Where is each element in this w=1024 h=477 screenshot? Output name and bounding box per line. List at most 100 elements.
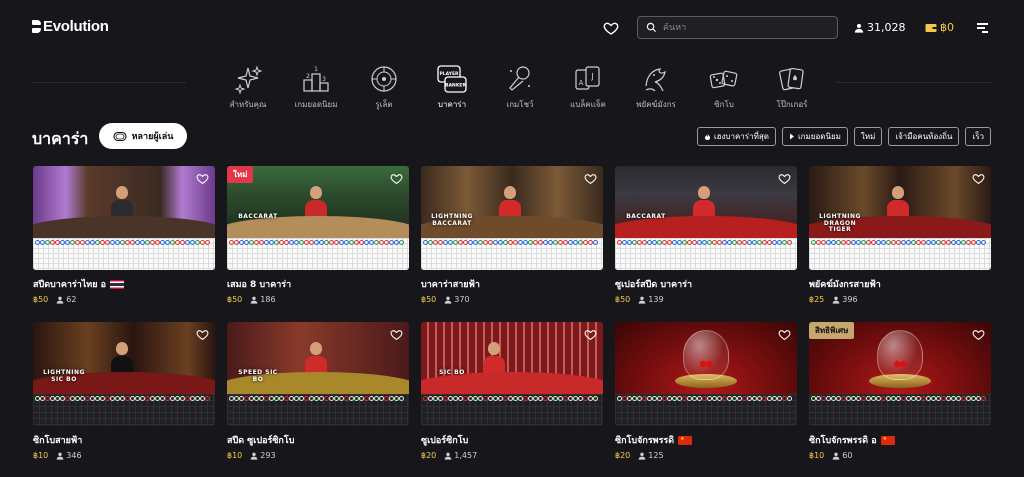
category-label: บาคาร่า (437, 100, 467, 109)
game-card[interactable]: สปีดบาคาร่าไทย อ฿50 62 (33, 166, 215, 304)
svg-text:1: 1 (314, 66, 318, 73)
multi-play-button[interactable]: หลายผู้เล่น (99, 123, 187, 149)
favorite-heart-icon[interactable] (972, 172, 985, 185)
svg-text:J: J (590, 72, 593, 81)
game-scene-image: BACCARAT (615, 166, 797, 246)
roadmap-dots (617, 396, 795, 410)
min-bet: ฿50 (615, 295, 631, 304)
favorite-heart-icon[interactable] (778, 328, 791, 341)
game-thumbnail[interactable]: BACCARAT (615, 166, 797, 270)
game-logo-text: BACCARAT (626, 213, 666, 220)
china-flag-icon (678, 435, 693, 445)
min-bet: ฿20 (615, 451, 631, 460)
player-count-text: 186 (260, 295, 276, 304)
user-icon (854, 23, 864, 33)
game-thumbnail[interactable]: SPEED SIC BO (227, 322, 409, 426)
game-thumbnail[interactable]: SIC BO (421, 322, 603, 426)
game-title[interactable]: เสมอ 8 บาคาร่า (227, 277, 291, 291)
menu-icon[interactable] (977, 23, 988, 33)
player-count-text: 370 (454, 295, 470, 304)
game-card[interactable]: LIGHTNING DRAGON TIGER พยัคฆ์มังกรสายฟ้า฿… (809, 166, 991, 304)
favorite-heart-icon[interactable] (584, 328, 597, 341)
category-popular[interactable]: 12 3 เกมยอดนิยม (282, 64, 350, 116)
category-roulette[interactable]: รูเล็ต (350, 64, 418, 116)
game-card[interactable]: LIGHTNING BACCARAT บาคาร่าสายฟ้า ฿50 370 (421, 166, 603, 304)
game-title[interactable]: ซูเปอร์ซิกโบ (421, 433, 468, 447)
category-dragon-tiger[interactable]: พยัคฆ์มังกร (622, 64, 690, 116)
game-thumbnail[interactable]: LIGHTNING BACCARAT (421, 166, 603, 270)
game-thumbnail[interactable]: BACCARAT ใหม่ (227, 166, 409, 270)
game-badge: สิทธิพิเศษ (809, 322, 855, 339)
user-icon (832, 296, 840, 304)
category-for-you[interactable]: สำหรับคุณ (214, 64, 282, 116)
game-thumbnail[interactable] (615, 322, 797, 426)
player-count-text: 396 (842, 295, 858, 304)
game-card[interactable]: BACCARAT ซูเปอร์สปีด บาคาร่า฿50 139 (615, 166, 797, 304)
favorite-heart-icon[interactable] (390, 172, 403, 185)
favorite-heart-icon[interactable] (196, 328, 209, 341)
favorites-heart-icon[interactable] (603, 20, 619, 36)
category-sic-bo[interactable]: ซิกโบ (690, 64, 758, 116)
game-card[interactable]: BACCARAT ใหม่ เสมอ 8 บาคาร่า ฿50 186 (227, 166, 409, 304)
game-thumbnail[interactable]: สิทธิพิเศษ (809, 322, 991, 426)
dice-image (699, 360, 713, 368)
game-title[interactable]: พยัคฆ์มังกรสายฟ้า (809, 277, 881, 291)
dealer-image (305, 340, 327, 376)
wallet-balance[interactable]: ฿0 (925, 21, 954, 34)
filter-hot-baccarat[interactable]: เฮงบาคาร่าที่สุด (696, 127, 776, 146)
game-title[interactable]: ซิกโบจักรพรรดิ อ (809, 433, 877, 447)
category-nav: สำหรับคุณ 12 3 เกมยอดนิยม รูเล็ต PLAYER BA… (214, 64, 826, 116)
user-icon (56, 452, 64, 460)
game-card[interactable]: LIGHTNING SIC BO ซิกโบสายฟ้า ฿10 346 (33, 322, 215, 460)
game-title-row: พยัคฆ์มังกรสายฟ้า (809, 277, 991, 291)
game-title-row: ซิกโบจักรพรรดิ อ (809, 433, 991, 447)
favorite-heart-icon[interactable] (390, 328, 403, 341)
category-poker[interactable]: โป๊กเกอร์ (758, 64, 826, 116)
user-icon (250, 296, 258, 304)
search-input[interactable] (663, 22, 833, 33)
game-thumbnail[interactable]: LIGHTNING DRAGON TIGER (809, 166, 991, 270)
favorite-heart-icon[interactable] (972, 328, 985, 341)
game-card[interactable]: ซิกโบจักรพรรดิ฿20 125 (615, 322, 797, 460)
game-title[interactable]: สปีดบาคาร่าไทย อ (33, 277, 106, 291)
favorite-heart-icon[interactable] (778, 172, 791, 185)
favorite-heart-icon[interactable] (584, 172, 597, 185)
filter-popular[interactable]: เกมยอดนิยม (781, 127, 848, 146)
game-meta: ฿10 60 (809, 451, 991, 460)
favorite-heart-icon[interactable] (196, 172, 209, 185)
sparkles-icon (234, 65, 263, 94)
roadmap-dots (35, 240, 213, 254)
evolution-logo[interactable]: Evolution (32, 18, 109, 35)
microphone-icon (509, 66, 530, 91)
user-icon (444, 296, 452, 304)
search-box[interactable] (637, 16, 838, 39)
category-baccarat[interactable]: PLAYER BANKER บาคาร่า (418, 64, 486, 116)
game-title[interactable]: ซิกโบจักรพรรดิ (615, 433, 674, 447)
game-logo-text: BACCARAT (238, 213, 278, 220)
game-thumbnail[interactable] (33, 166, 215, 270)
game-title[interactable]: สปีด ซูเปอร์ซิกโบ (227, 433, 294, 447)
game-scene-image: SIC BO (421, 322, 603, 402)
game-title[interactable]: ซูเปอร์สปีด บาคาร่า (615, 277, 692, 291)
game-card[interactable]: สิทธิพิเศษซิกโบจักรพรรดิ อ฿10 60 (809, 322, 991, 460)
dealer-image (111, 340, 133, 376)
game-title[interactable]: ซิกโบสายฟ้า (33, 433, 82, 447)
game-card[interactable]: SIC BO ซูเปอร์ซิกโบ ฿20 1,457 (421, 322, 603, 460)
game-title[interactable]: บาคาร่าสายฟ้า (421, 277, 480, 291)
page-title: บาคาร่า (32, 129, 89, 148)
filter-local-dealer[interactable]: เจ้ามือคนท้องถิ่น (888, 127, 960, 146)
filter-new[interactable]: ใหม่ (853, 127, 883, 146)
game-card[interactable]: SPEED SIC BO สปีด ซูเปอร์ซิกโบ ฿10 293 (227, 322, 409, 460)
category-game-shows[interactable]: เกมโชว์ (486, 64, 554, 116)
player-count: 370 (444, 295, 470, 304)
player-count-text: 139 (648, 295, 664, 304)
player-count: 62 (56, 295, 76, 304)
filter-chips: เฮงบาคาร่าที่สุด เกมยอดนิยม ใหม่ เจ้ามือ… (696, 127, 991, 146)
dealer-image (499, 184, 521, 220)
category-label: ซิกโบ (714, 100, 734, 109)
top-bar: Evolution 31,028 ฿0 (0, 0, 1024, 56)
game-thumbnail[interactable]: LIGHTNING SIC BO (33, 322, 215, 426)
filter-fast[interactable]: เร็ว (965, 127, 991, 146)
category-blackjack[interactable]: JA แบล็คแจ็ค (554, 64, 622, 116)
min-bet: ฿25 (809, 295, 825, 304)
